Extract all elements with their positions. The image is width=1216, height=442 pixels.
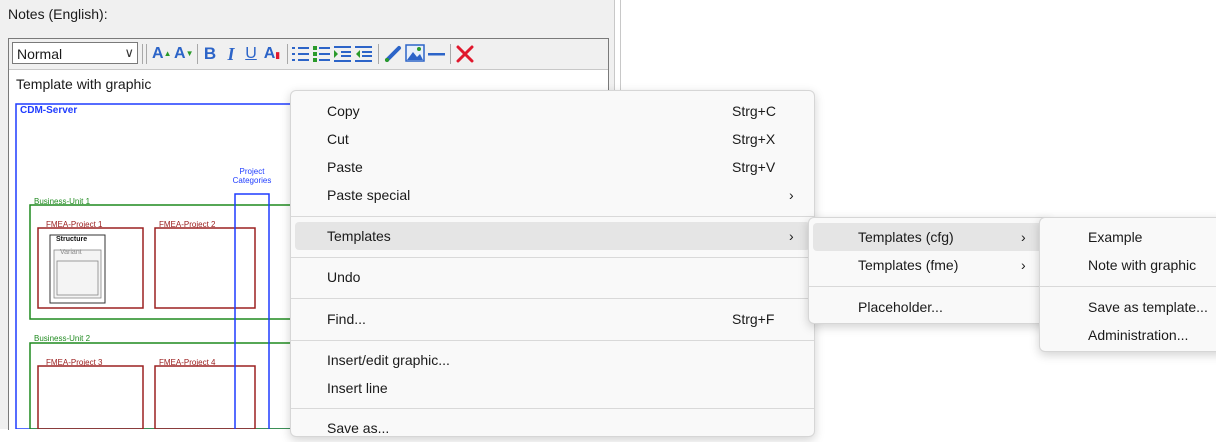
menu-separator [291, 216, 814, 217]
format-toolbar: Normal ∨ A▲ A▼ B I U A▮ [9, 39, 608, 70]
insert-image-icon[interactable] [405, 44, 425, 64]
project-2-label: FMEA-Project 2 [159, 220, 216, 229]
menu-item-administration[interactable]: Administration... [1044, 321, 1216, 349]
notes-label: Notes (English): [8, 6, 108, 22]
menu-item-example[interactable]: Example [1044, 223, 1216, 251]
menu-item-paste-special[interactable]: Paste special › [295, 181, 810, 209]
menu-item-placeholder[interactable]: Placeholder... [813, 293, 1045, 321]
menu-item-save-as[interactable]: Save as... [295, 414, 810, 442]
menu-item-cut[interactable]: Cut Strg+X [295, 125, 810, 153]
toolbar-separator [142, 44, 143, 64]
chevron-right-icon: › [1021, 257, 1026, 273]
menu-separator [291, 257, 814, 258]
business-unit-1-label: Business-Unit 1 [34, 197, 91, 206]
chevron-right-icon: › [1021, 229, 1026, 245]
bullet-list-icon[interactable] [313, 45, 331, 63]
chevron-right-icon: › [789, 228, 794, 244]
menu-item-templates-fme[interactable]: Templates (fme) › [813, 251, 1045, 279]
templates-cfg-submenu: Example Note with graphic Save as templa… [1039, 217, 1216, 352]
chevron-down-icon: ∨ [124, 45, 134, 60]
horizontal-line-icon[interactable] [428, 45, 446, 63]
menu-separator [1040, 286, 1216, 287]
variant-label: Variant [60, 249, 82, 256]
menu-separator [809, 286, 1049, 287]
underline-icon[interactable]: U [243, 43, 259, 65]
project-1-label: FMEA-Project 1 [46, 220, 103, 229]
toolbar-separator [197, 44, 198, 64]
menu-item-undo[interactable]: Undo [295, 263, 810, 291]
paragraph-style-value: Normal [17, 46, 63, 62]
menu-separator [291, 298, 814, 299]
toolbar-separator [450, 44, 451, 64]
project-4-box [154, 365, 256, 429]
project-categories-label: Project Categories [232, 167, 272, 185]
toolbar-separator [378, 44, 379, 64]
menu-item-paste[interactable]: Paste Strg+V [295, 153, 810, 181]
font-color-icon[interactable]: A▮ [262, 43, 282, 65]
menu-item-insert-line[interactable]: Insert line [295, 374, 810, 402]
toolbar-separator [287, 44, 288, 64]
menu-item-save-as-template[interactable]: Save as template... [1044, 293, 1216, 321]
context-menu: Copy Strg+C Cut Strg+X Paste Strg+V Past… [290, 90, 815, 437]
indent-icon[interactable] [334, 45, 352, 63]
shrink-font-icon[interactable]: A▼ [174, 43, 193, 65]
paragraph-style-select[interactable]: Normal ∨ [12, 42, 138, 64]
chevron-right-icon: › [789, 187, 794, 203]
italic-icon[interactable]: I [223, 43, 239, 65]
variant-box [53, 249, 102, 299]
project-categories-box [234, 193, 270, 429]
structure-label: Structure [56, 236, 88, 243]
numbered-list-icon[interactable] [292, 45, 310, 63]
project-3-label: FMEA-Project 3 [46, 358, 103, 367]
toolbar-separator [146, 44, 147, 64]
outdent-icon[interactable] [355, 45, 373, 63]
menu-separator [291, 340, 814, 341]
menu-item-copy[interactable]: Copy Strg+C [295, 97, 810, 125]
delete-icon[interactable] [456, 45, 474, 63]
project-2-box [154, 227, 256, 309]
document-text: Template with graphic [16, 76, 152, 92]
project-3-box [37, 365, 144, 429]
grow-font-icon[interactable]: A▲ [152, 43, 171, 65]
server-label: CDM-Server [20, 105, 78, 116]
project-4-label: FMEA-Project 4 [159, 358, 216, 367]
menu-item-note-with-graphic[interactable]: Note with graphic [1044, 251, 1216, 279]
menu-separator [291, 408, 814, 409]
bold-icon[interactable]: B [202, 43, 218, 65]
business-unit-2-label: Business-Unit 2 [34, 334, 91, 343]
menu-item-templates-cfg[interactable]: Templates (cfg) › [813, 223, 1045, 251]
menu-item-insert-graphic[interactable]: Insert/edit graphic... [295, 346, 810, 374]
link-icon[interactable] [384, 45, 402, 63]
templates-submenu: Templates (cfg) › Templates (fme) › Plac… [808, 217, 1050, 324]
menu-item-find[interactable]: Find... Strg+F [295, 305, 810, 333]
menu-item-templates[interactable]: Templates › [295, 222, 810, 250]
